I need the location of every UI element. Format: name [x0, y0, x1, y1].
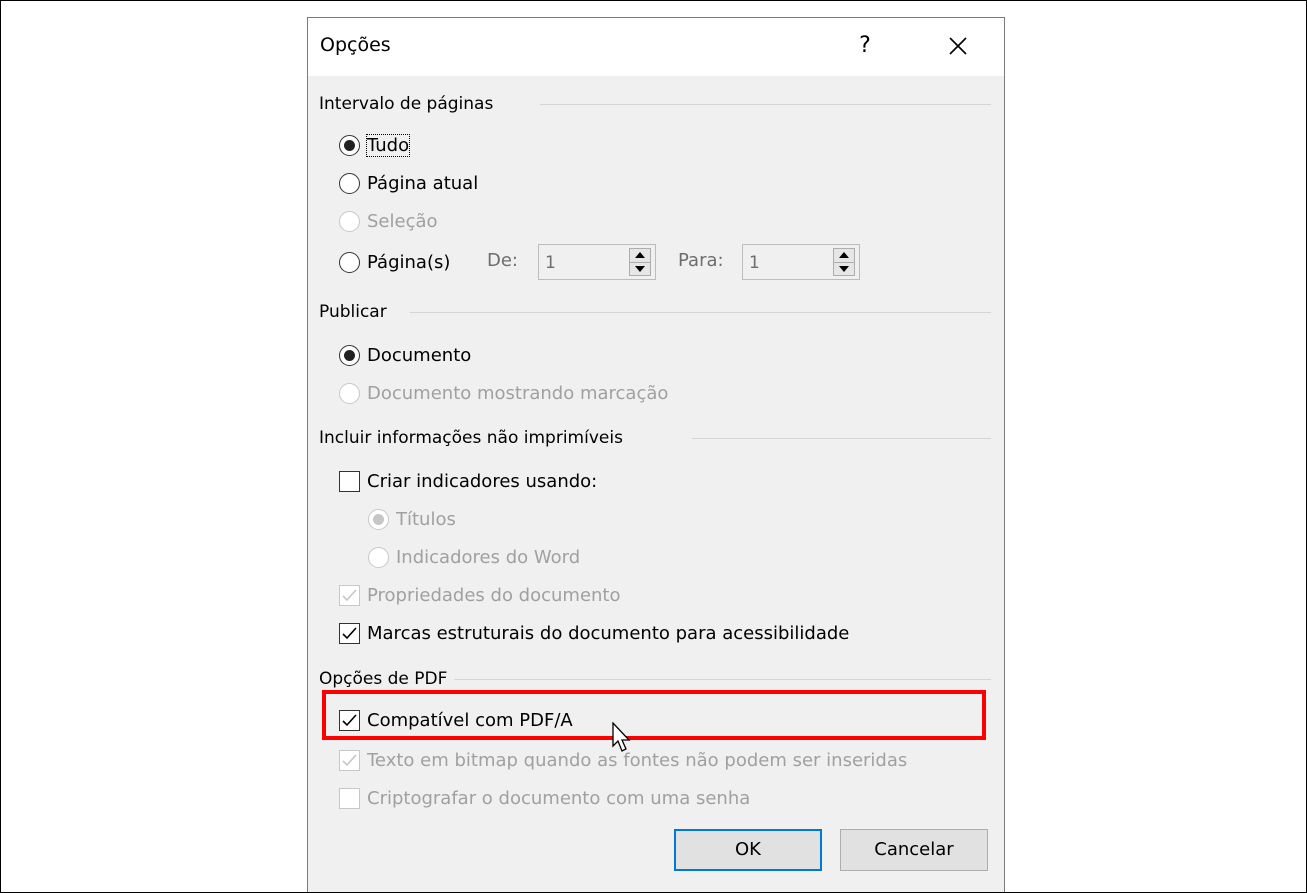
- help-button[interactable]: ?: [845, 26, 885, 66]
- radio-label: Página atual: [367, 172, 479, 194]
- radio-label: Documento: [367, 344, 472, 366]
- radio-label: Seleção: [367, 210, 438, 232]
- spin-up-icon: [635, 252, 645, 258]
- radio-document-markup[interactable]: Documento mostrando marcação: [339, 379, 668, 407]
- checkbox: [339, 470, 360, 492]
- checkbox-label: Marcas estruturais do documento para ace…: [367, 622, 850, 644]
- checkbox: [339, 622, 360, 644]
- checkbox: [339, 787, 360, 809]
- spin-down-icon: [635, 266, 645, 272]
- checkbox-label: Propriedades do documento: [367, 584, 621, 606]
- radio-selection[interactable]: Seleção: [339, 207, 438, 235]
- group-divider: [540, 104, 991, 105]
- radio-button: [339, 382, 360, 404]
- radio-word-bookmarks[interactable]: Indicadores do Word: [368, 543, 580, 571]
- cancel-button[interactable]: Cancelar: [840, 829, 988, 871]
- checkbox: [339, 584, 360, 606]
- from-page-stepper[interactable]: 1: [538, 244, 656, 280]
- spin-arrows[interactable]: [629, 248, 651, 276]
- checkmark-icon: [342, 626, 357, 639]
- checkmark-icon: [342, 753, 357, 766]
- radio-label: Títulos: [396, 508, 456, 530]
- checkbox-create-bookmarks[interactable]: Criar indicadores usando:: [339, 467, 597, 495]
- close-icon: [949, 37, 967, 55]
- publish-header: Publicar: [319, 302, 387, 322]
- from-page-value: 1: [545, 253, 556, 273]
- group-divider: [692, 438, 991, 439]
- checkbox-structure-tags[interactable]: Marcas estruturais do documento para ace…: [339, 619, 849, 647]
- radio-all-pages[interactable]: Tudo: [339, 131, 411, 159]
- group-divider: [454, 679, 991, 680]
- radio-label: Tudo: [365, 133, 411, 157]
- radio-current-page[interactable]: Página atual: [339, 169, 478, 197]
- radio-button: [339, 172, 360, 194]
- spin-down-icon: [839, 266, 849, 272]
- radio-button: [339, 134, 360, 156]
- checkbox: [339, 749, 360, 771]
- to-page-stepper[interactable]: 1: [742, 244, 860, 280]
- page-range-header: Intervalo de páginas: [319, 94, 494, 114]
- ok-button[interactable]: OK: [674, 829, 822, 871]
- radio-button: [339, 344, 360, 366]
- group-divider: [410, 312, 991, 313]
- to-page-value: 1: [749, 253, 760, 273]
- radio-button: [368, 546, 389, 568]
- checkbox-label: Criptografar o documento com uma senha: [367, 787, 751, 809]
- from-label: De:: [487, 250, 518, 271]
- checkbox-label: Texto em bitmap quando as fontes não pod…: [367, 749, 908, 771]
- radio-label: Documento mostrando marcação: [367, 382, 669, 404]
- highlight-box: [322, 690, 986, 740]
- spin-divider: [834, 262, 854, 263]
- radio-label: Página(s): [367, 251, 451, 273]
- radio-button: [339, 251, 360, 273]
- radio-button: [339, 210, 360, 232]
- to-label: Para:: [678, 250, 724, 271]
- checkmark-icon: [342, 588, 357, 601]
- checkbox-encrypt[interactable]: Criptografar o documento com uma senha: [339, 784, 750, 812]
- radio-button: [368, 508, 389, 530]
- checkbox-document-properties[interactable]: Propriedades do documento: [339, 581, 621, 609]
- radio-headings[interactable]: Títulos: [368, 505, 456, 533]
- spin-up-icon: [839, 252, 849, 258]
- radio-pages[interactable]: Página(s): [339, 248, 450, 276]
- spin-arrows[interactable]: [833, 248, 855, 276]
- mouse-cursor-icon: [612, 722, 631, 752]
- dialog-title: Opções: [320, 34, 391, 56]
- non-printing-header: Incluir informações não imprimíveis: [319, 428, 623, 448]
- checkbox-label: Criar indicadores usando:: [367, 470, 598, 492]
- spin-divider: [630, 262, 650, 263]
- radio-label: Indicadores do Word: [396, 546, 581, 568]
- dialog-titlebar: Opções ?: [308, 18, 1004, 76]
- radio-document[interactable]: Documento: [339, 341, 471, 369]
- close-button[interactable]: [936, 26, 980, 66]
